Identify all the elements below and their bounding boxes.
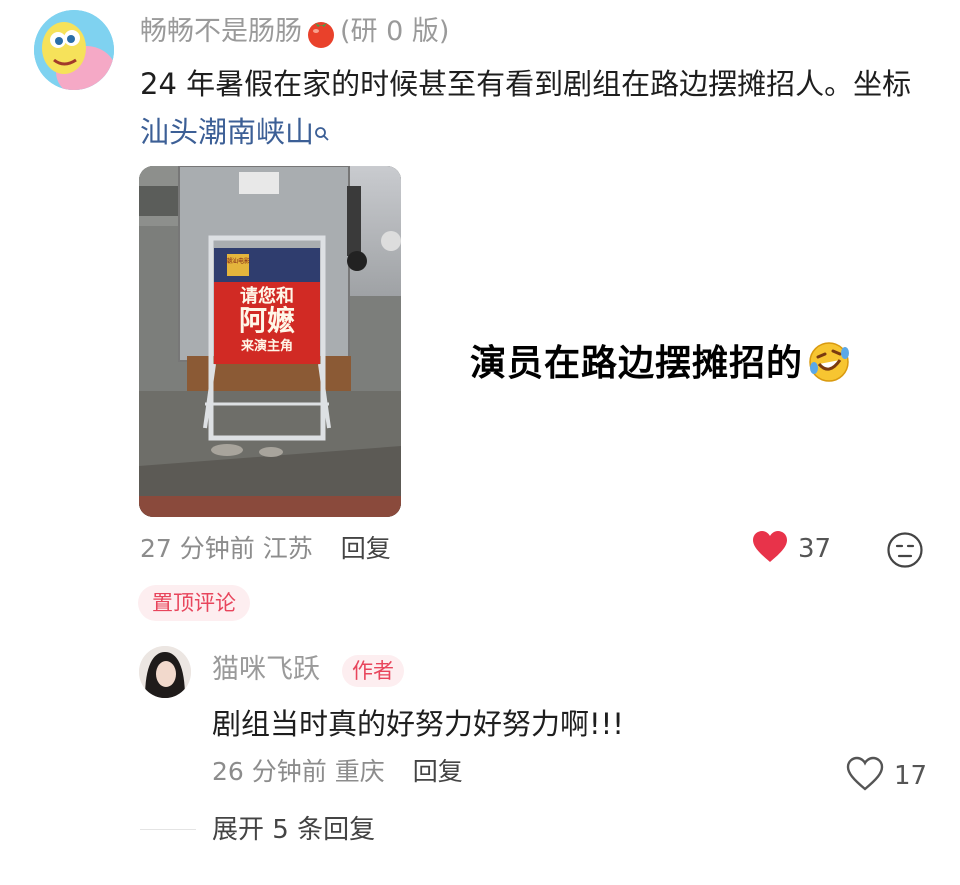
author-badge: 作者 (342, 655, 404, 687)
reply-like-button[interactable]: 17 (846, 756, 927, 796)
sign-tag: 潮汕电影 (226, 257, 250, 265)
like-count: 37 (798, 534, 832, 564)
reply-like-count: 17 (894, 761, 928, 791)
reply-location: 重庆 (334, 757, 385, 786)
tomato-icon (304, 16, 338, 50)
comment-body: 24 年暑假在家的时候甚至有看到剧组在路边摆摊招人。坐标 (140, 67, 912, 101)
reply-time: 26 分钟前 (212, 757, 327, 786)
reply-text: 剧组当时真的好努力好努力啊!!! (212, 707, 624, 741)
reply-button[interactable]: 回复 (341, 534, 391, 563)
heart-outline-icon[interactable] (846, 756, 884, 796)
comment-time: 27 分钟前 (140, 534, 255, 563)
heart-filled-icon[interactable] (752, 530, 788, 568)
comment-location: 江苏 (262, 534, 313, 563)
reply-avatar[interactable] (139, 646, 191, 698)
expand-replies-button[interactable]: 展开 5 条回复 (212, 812, 375, 848)
rofl-emoji-icon (807, 340, 851, 384)
commenter-name[interactable]: 畅畅不是肠肠 (研 0 版) (140, 15, 449, 50)
sign-line-2: 阿嬷 (239, 304, 295, 337)
search-icon (314, 108, 330, 156)
pinned-comment-badge: 置顶评论 (138, 585, 250, 621)
commenter-username[interactable]: 畅畅不是肠肠 (140, 16, 302, 47)
reply-reply-button[interactable]: 回复 (413, 757, 463, 786)
reply-username[interactable]: 猫咪飞跃 (212, 653, 320, 687)
location-link-label[interactable]: 汕头潮南峡山 (140, 115, 314, 149)
comment-text: 24 年暑假在家的时候甚至有看到剧组在路边摆摊招人。坐标 汕头潮南峡山 (140, 60, 920, 156)
sign-line-3: 来演主角 (240, 338, 293, 354)
commenter-avatar[interactable] (34, 10, 114, 90)
overlay-caption: 演员在路边摆摊招的 (470, 340, 851, 388)
dislike-face-icon[interactable] (886, 531, 924, 569)
overlay-caption-text: 演员在路边摆摊招的 (470, 343, 804, 384)
like-button[interactable]: 37 (752, 530, 831, 568)
reply-meta: 26 分钟前 重庆 回复 (212, 755, 463, 789)
comment-meta: 27 分钟前 江苏 回复 (140, 532, 391, 566)
comment-image[interactable]: 潮汕电影 请您和 阿嬷 来演主角 (139, 166, 401, 517)
divider-line (140, 829, 196, 830)
location-link[interactable]: 汕头潮南峡山 (140, 115, 330, 149)
commenter-title-suffix: (研 0 版) (340, 16, 450, 47)
